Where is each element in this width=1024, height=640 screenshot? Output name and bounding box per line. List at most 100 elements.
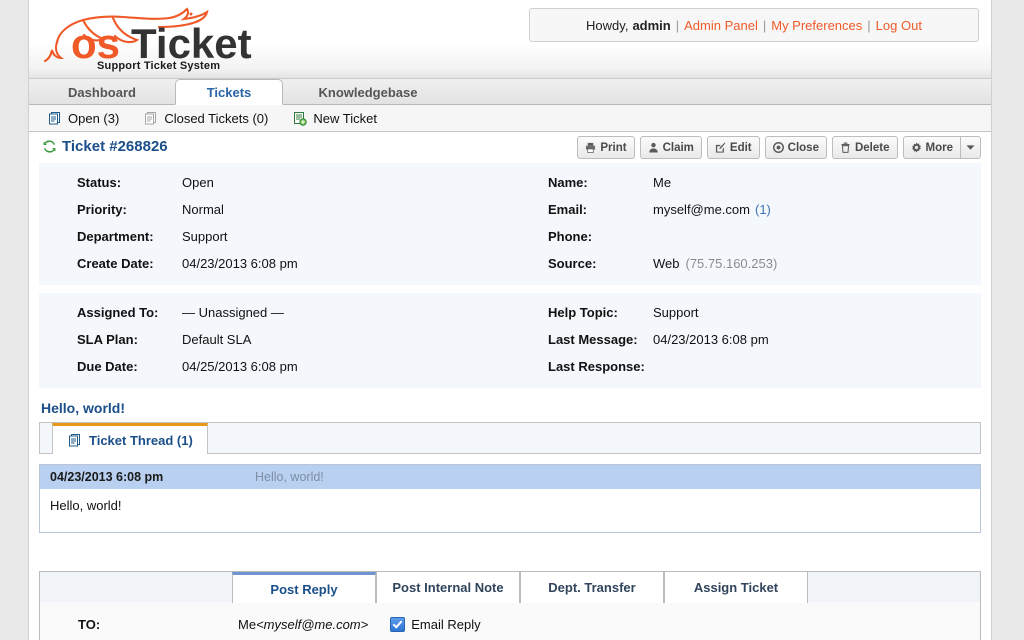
screen: os Ticket Support Ticket System Howdy, a… xyxy=(0,0,1024,640)
pencil-square-icon xyxy=(715,142,726,153)
field-department: Department: Support xyxy=(77,223,510,250)
field-department-value: Support xyxy=(182,229,228,244)
ticket-details-secondary-left: Assigned To: — Unassigned — SLA Plan: De… xyxy=(39,293,510,388)
svg-text:os: os xyxy=(71,20,120,64)
email-reply-checkbox-row[interactable]: Email Reply xyxy=(390,617,480,632)
page-header: os Ticket Support Ticket System Howdy, a… xyxy=(29,0,991,79)
osticket-logo: os Ticket Support Ticket System xyxy=(43,2,303,72)
field-priority-value: Normal xyxy=(182,202,224,217)
tab-dept-transfer[interactable]: Dept. Transfer xyxy=(520,572,664,603)
new-ticket-icon xyxy=(292,111,307,126)
tab-ticket-thread-label: Ticket Thread (1) xyxy=(89,433,193,448)
my-preferences-link[interactable]: My Preferences xyxy=(771,18,862,33)
subnav-item-new-ticket[interactable]: New Ticket xyxy=(292,111,377,126)
tab-tickets-label: Tickets xyxy=(207,85,252,100)
field-sla-plan-value: Default SLA xyxy=(182,332,251,347)
to-label: TO: xyxy=(78,617,238,632)
main-nav-tabs: Dashboard Tickets Knowledgebase xyxy=(29,79,991,105)
thread-message-date: 04/23/2013 6:08 pm xyxy=(50,470,255,484)
email-reply-label: Email Reply xyxy=(411,617,480,632)
subnav-new-ticket-label: New Ticket xyxy=(313,111,377,126)
field-source-type: Web xyxy=(653,256,680,271)
field-email-value: myself@me.com (1) xyxy=(653,202,771,217)
ticket-details-secondary-right: Help Topic: Support Last Message: 04/23/… xyxy=(510,293,981,388)
tab-ticket-thread[interactable]: Ticket Thread (1) xyxy=(52,423,208,454)
response-tabstrip: Post Reply Post Internal Note Dept. Tran… xyxy=(39,571,981,602)
ticket-subject: Hello, world! xyxy=(41,400,991,416)
field-status-label: Status: xyxy=(77,175,182,190)
field-priority-label: Priority: xyxy=(77,202,182,217)
printer-icon xyxy=(585,142,596,153)
field-help-topic-value: Support xyxy=(653,305,699,320)
email-reply-checkbox[interactable] xyxy=(390,617,405,632)
to-value: Me <myself@me.com> Email Reply xyxy=(238,617,481,632)
field-assigned-to: Assigned To: — Unassigned — xyxy=(77,299,510,326)
post-reply-form: TO: Me <myself@me.com> Email Reply Respo… xyxy=(39,602,981,640)
edit-label: Edit xyxy=(730,142,752,154)
claim-button[interactable]: Claim xyxy=(640,136,702,159)
close-circle-icon xyxy=(773,142,784,153)
field-phone: Phone: xyxy=(548,223,981,250)
admin-panel-link[interactable]: Admin Panel xyxy=(684,18,758,33)
tab-assign-ticket-label: Assign Ticket xyxy=(694,580,778,595)
field-name-label: Name: xyxy=(548,175,653,190)
thread-message-header[interactable]: 04/23/2013 6:08 pm Hello, world! xyxy=(40,465,980,489)
field-source-ip: (75.75.160.253) xyxy=(686,256,778,271)
browser-content: os Ticket Support Ticket System Howdy, a… xyxy=(28,0,992,640)
print-button[interactable]: Print xyxy=(577,136,634,159)
tickets-stack-gray-icon xyxy=(143,111,158,126)
field-email-count-link[interactable]: (1) xyxy=(755,202,771,217)
claim-label: Claim xyxy=(663,142,694,154)
field-sla-plan-label: SLA Plan: xyxy=(77,332,182,347)
subnav-open-label: Open (3) xyxy=(68,111,119,126)
edit-button[interactable]: Edit xyxy=(707,136,760,159)
field-status: Status: Open xyxy=(77,169,510,196)
chevron-down-icon xyxy=(966,144,975,151)
form-row-to: TO: Me <myself@me.com> Email Reply xyxy=(40,611,980,637)
field-help-topic-label: Help Topic: xyxy=(548,305,653,320)
thread-message-list: 04/23/2013 6:08 pm Hello, world! Hello, … xyxy=(39,464,981,533)
log-out-link[interactable]: Log Out xyxy=(876,18,922,33)
svg-text:Ticket: Ticket xyxy=(131,20,252,64)
tab-dept-transfer-label: Dept. Transfer xyxy=(548,580,635,595)
field-due-date-value: 04/25/2013 6:08 pm xyxy=(182,359,298,374)
field-email-label: Email: xyxy=(548,202,653,217)
more-button[interactable]: More xyxy=(903,136,960,159)
field-last-response: Last Response: xyxy=(548,353,981,380)
field-source-value: Web (75.75.160.253) xyxy=(653,256,777,271)
field-create-date: Create Date: 04/23/2013 6:08 pm xyxy=(77,250,510,277)
field-last-message-value: 04/23/2013 6:08 pm xyxy=(653,332,769,347)
tab-assign-ticket[interactable]: Assign Ticket xyxy=(664,572,808,603)
thread-message-subject: Hello, world! xyxy=(255,470,324,484)
ticket-details-secondary: Assigned To: — Unassigned — SLA Plan: De… xyxy=(39,293,981,388)
ticket-details-primary-left: Status: Open Priority: Normal Department… xyxy=(39,163,510,285)
greeting-username: admin xyxy=(632,18,670,33)
trash-icon xyxy=(840,142,851,153)
tab-knowledgebase-label: Knowledgebase xyxy=(319,85,418,100)
tab-post-reply[interactable]: Post Reply xyxy=(232,572,376,603)
to-recipient-email: <myself@me.com> xyxy=(256,617,368,632)
field-due-date: Due Date: 04/25/2013 6:08 pm xyxy=(77,353,510,380)
subnav-item-open[interactable]: Open (3) xyxy=(47,111,119,126)
field-create-date-label: Create Date: xyxy=(77,256,182,271)
field-priority: Priority: Normal xyxy=(77,196,510,223)
refresh-icon[interactable] xyxy=(43,140,56,153)
greeting-text: Howdy, xyxy=(586,18,628,33)
to-recipient-name: Me xyxy=(238,617,256,632)
tab-knowledgebase[interactable]: Knowledgebase xyxy=(293,80,443,105)
field-last-message-label: Last Message: xyxy=(548,332,653,347)
subnav-item-closed[interactable]: Closed Tickets (0) xyxy=(143,111,268,126)
more-dropdown-button[interactable] xyxy=(960,136,981,159)
close-button[interactable]: Close xyxy=(765,136,827,159)
gear-icon xyxy=(911,142,922,153)
tab-post-internal-note[interactable]: Post Internal Note xyxy=(376,572,520,603)
separator-1: | xyxy=(676,18,679,33)
field-email: Email: myself@me.com (1) xyxy=(548,196,981,223)
tab-tickets[interactable]: Tickets xyxy=(175,79,283,105)
ticket-title-text: Ticket #268826 xyxy=(62,138,168,155)
delete-button[interactable]: Delete xyxy=(832,136,898,159)
tab-dashboard[interactable]: Dashboard xyxy=(47,80,157,105)
field-email-address: myself@me.com xyxy=(653,202,750,217)
ticket-subnav: Open (3) Closed Tickets (0) xyxy=(29,105,991,132)
field-status-value: Open xyxy=(182,175,214,190)
